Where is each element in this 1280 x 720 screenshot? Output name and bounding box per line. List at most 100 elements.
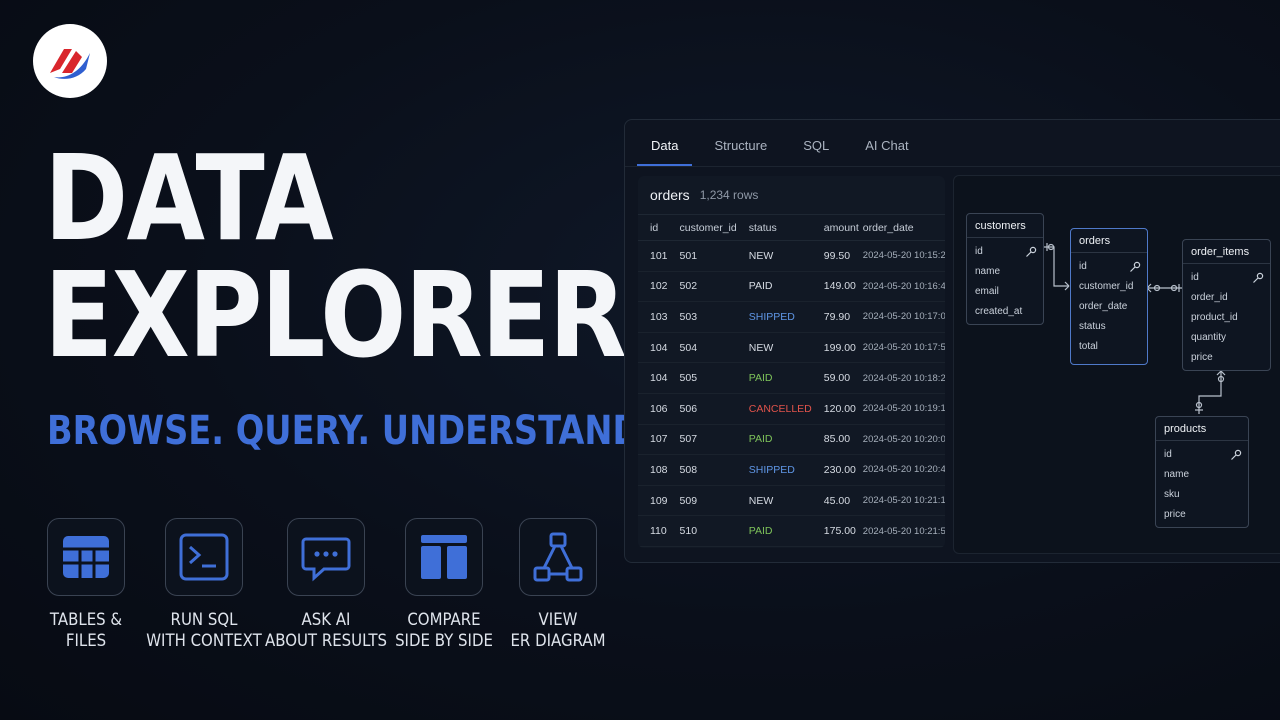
entity-field: quantity [1191, 332, 1227, 343]
cell-id: 101 [638, 240, 668, 272]
cell-amount: 149.00 [811, 271, 859, 303]
tab-divider [625, 166, 1280, 167]
cell-id: 107 [638, 424, 668, 456]
cell-status: SHIPPED [736, 454, 812, 486]
entity-field: total [1079, 341, 1098, 352]
cell-customer-id: 503 [667, 301, 737, 333]
column-header-id[interactable]: id [638, 214, 668, 241]
cell-amount: 79.90 [811, 301, 859, 333]
table-row[interactable]: 110 510 PAID 175.00 2024-05-20 10:21:53 [638, 515, 945, 547]
cell-customer-id: 510 [667, 515, 737, 547]
feature-list: TABLES & FILES RUN SQL WITH CONTEXT ASK … [0, 518, 620, 668]
entity-products[interactable]: products id name sku price [1155, 416, 1249, 528]
table-row[interactable]: 101 501 NEW 99.50 2024-05-20 10:15:21 [638, 240, 945, 272]
table-row[interactable]: 107 507 PAID 85.00 2024-05-20 10:20:05 [638, 424, 945, 456]
diagram-icon [533, 532, 583, 582]
cell-amount: 85.00 [811, 424, 859, 456]
table-row[interactable]: 108 508 SHIPPED 230.00 2024-05-20 10:20:47 [638, 454, 945, 486]
data-grid: orders 1,234 rows id customer_id status … [638, 176, 945, 548]
cell-order-date: 2024-05-20 10:20:05 [858, 424, 945, 456]
entity-field: order_date [1079, 301, 1128, 312]
er-diagram: customers id name email created_at order… [953, 175, 1280, 554]
column-header-customer-id[interactable]: customer_id [667, 214, 737, 241]
entity-title: orders [1071, 229, 1147, 253]
entity-order-items[interactable]: order_items id order_id product_id quant… [1182, 239, 1271, 371]
hero-title-line1: DATA [44, 129, 334, 267]
cell-amount: 230.00 [811, 454, 859, 486]
cell-id: 106 [638, 393, 668, 425]
table-row[interactable]: 104 505 PAID 59.00 2024-05-20 10:18:22 [638, 362, 945, 394]
cell-order-date: 2024-05-20 10:15:21 [858, 240, 945, 272]
entity-field: price [1191, 352, 1213, 363]
relation-order-items-products [1198, 371, 1222, 414]
row-count: 1,234 rows [699, 188, 759, 202]
key-icon [1130, 261, 1141, 272]
key-icon [1253, 272, 1264, 283]
tab-sql[interactable]: SQL [789, 120, 843, 166]
tab-ai-chat[interactable]: AI Chat [851, 120, 922, 166]
cell-amount: 99.50 [811, 240, 859, 272]
entity-field: price [1164, 509, 1186, 520]
cell-order-date: 2024-05-20 10:21:53 [858, 515, 945, 547]
cell-customer-id: 506 [667, 393, 737, 425]
cell-id: 104 [638, 332, 668, 364]
cell-amount: 45.00 [811, 485, 859, 517]
cell-customer-id: 502 [667, 271, 737, 303]
cell-order-date: 2024-05-20 10:19:11 [858, 393, 945, 425]
cell-amount: 59.00 [811, 362, 859, 394]
feature-er: VIEW ER DIAGRAM [478, 518, 638, 652]
hero-tagline: BROWSE. QUERY. UNDERSTAND. [47, 408, 654, 454]
tab-data[interactable]: Data [637, 120, 693, 166]
table-row[interactable]: 103 503 SHIPPED 79.90 2024-05-20 10:17:03 [638, 301, 945, 333]
cell-id: 104 [638, 362, 668, 394]
entity-field: sku [1164, 489, 1180, 500]
tab-bar: Data Structure SQL AI Chat [637, 120, 931, 166]
tab-structure[interactable]: Structure [700, 120, 781, 166]
orders-table: id customer_id status amount order_date … [638, 214, 945, 547]
cell-customer-id: 509 [667, 485, 737, 517]
column-header-order-date[interactable]: order_date [858, 214, 945, 241]
entity-field: id [1156, 445, 1248, 465]
cell-status: PAID [736, 271, 812, 303]
cell-status: NEW [736, 332, 812, 364]
table-row[interactable]: 104 504 NEW 199.00 2024-05-20 10:17:51 [638, 332, 945, 364]
entity-field: name [975, 266, 1001, 277]
cell-order-date: 2024-05-20 10:16:44 [858, 271, 945, 303]
entity-title: order_items [1183, 240, 1270, 264]
entity-customers[interactable]: customers id name email created_at [966, 213, 1044, 325]
table-row[interactable]: 102 502 PAID 149.00 2024-05-20 10:16:44 [638, 271, 945, 303]
entity-field: id [1071, 257, 1147, 277]
hero-title: DATA EXPLORER [44, 129, 627, 374]
cell-customer-id: 504 [667, 332, 737, 364]
cell-customer-id: 508 [667, 454, 737, 486]
app-logo [33, 24, 107, 98]
table-row[interactable]: 106 506 CANCELLED 120.00 2024-05-20 10:19:11 [638, 393, 945, 425]
cell-order-date: 2024-05-20 10:21:18 [858, 485, 945, 517]
entity-field: email [975, 286, 999, 297]
cell-customer-id: 507 [667, 424, 737, 456]
entity-field: id [967, 242, 1043, 262]
entity-field: created_at [975, 306, 1023, 317]
cell-status: SHIPPED [736, 301, 812, 333]
column-header-amount[interactable]: amount [811, 214, 859, 241]
entity-field: name [1164, 469, 1190, 480]
table-body: 101 501 NEW 99.50 2024-05-20 10:15:21 102 502 P… [638, 240, 945, 547]
logo-mark-icon [50, 49, 90, 79]
entity-orders[interactable]: orders id customer_id order_date status … [1070, 228, 1148, 365]
cell-id: 103 [638, 301, 668, 333]
relation-customers-orders [1044, 246, 1069, 287]
cell-order-date: 2024-05-20 10:17:51 [858, 332, 945, 364]
entity-field: id [1183, 268, 1270, 288]
cell-status: NEW [736, 485, 812, 517]
cell-status: NEW [736, 240, 812, 272]
table-name: orders [650, 187, 690, 203]
table-row[interactable]: 109 509 NEW 45.00 2024-05-20 10:21:18 [638, 485, 945, 517]
cell-order-date: 2024-05-20 10:20:47 [858, 454, 945, 486]
feature-label: VIEW ER DIAGRAM [510, 610, 606, 651]
column-header-status[interactable]: status [736, 214, 812, 241]
key-icon [1026, 246, 1037, 257]
entity-field: order_id [1191, 292, 1228, 303]
cell-id: 110 [638, 515, 668, 547]
cell-customer-id: 505 [667, 362, 737, 394]
entity-field: status [1079, 321, 1106, 332]
